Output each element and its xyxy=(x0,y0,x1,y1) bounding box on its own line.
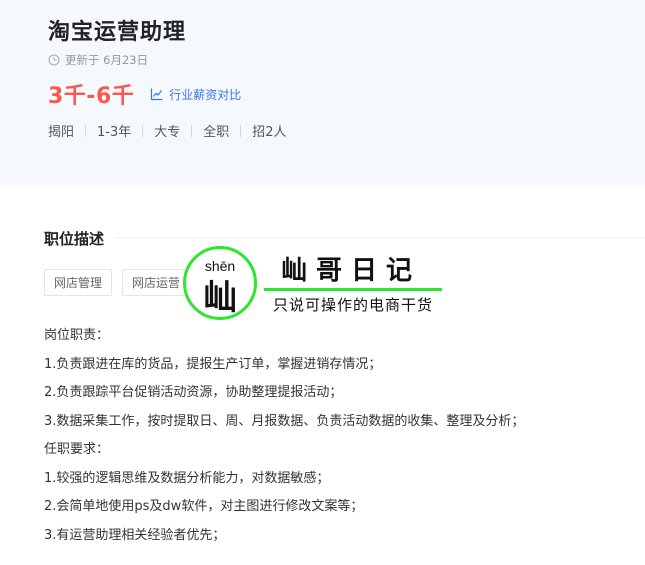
job-description-text: 岗位职责： 1.负责跟进在库的货品，提报生产订单，掌握进销存情况； 2.负责跟踪… xyxy=(44,328,524,556)
description-line: 2.负责跟踪平台促销活动资源，协助整理提报活动； xyxy=(44,385,343,400)
tag-experience: 1-3年 xyxy=(97,125,132,140)
description-line: 1.较强的逻辑思维及数据分析能力，对数据敏感； xyxy=(44,470,330,486)
salary: 3千-6千 xyxy=(48,84,135,109)
skill-tag[interactable]: 网店运营 xyxy=(122,269,191,296)
salary-compare-link[interactable]: 行业薪资对比 xyxy=(150,86,241,103)
skill-tags: 网店管理 网店运营 xyxy=(44,269,191,296)
salary-row: 3千-6千 行业薪资对比 xyxy=(48,78,241,110)
job-tags: 揭阳 1-3年 大专 全职 招2人 xyxy=(48,121,287,140)
watermark-logo: shēn 屾 屾哥日记 只说可操作的电商干货 xyxy=(183,244,463,324)
description-line: 2.会简单地使用ps及dw软件，对主图进行修改文案等； xyxy=(44,499,364,514)
salary-compare-label: 行业薪资对比 xyxy=(169,87,242,102)
line-chart-icon xyxy=(151,88,163,101)
tag-headcount: 招2人 xyxy=(252,125,287,140)
watermark-underline xyxy=(264,288,442,291)
tag-divider xyxy=(85,124,87,137)
watermark-slogan: 只说可操作的电商干货 xyxy=(273,296,434,314)
description-line: 3.有运营助理相关经验者优先； xyxy=(44,527,226,543)
skill-tag[interactable]: 网店管理 xyxy=(44,269,113,296)
description-line: 岗位职责： xyxy=(44,328,110,343)
tag-location: 揭阳 xyxy=(48,125,75,140)
description-line: 任职要求： xyxy=(44,442,110,457)
job-title: 淘宝运营助理 xyxy=(48,20,187,45)
tag-divider xyxy=(191,124,193,137)
tag-divider xyxy=(240,124,242,137)
tag-job-type: 全职 xyxy=(203,125,230,140)
watermark-brand: 屾哥日记 xyxy=(281,256,422,286)
clock-icon xyxy=(48,54,60,66)
job-header: 淘宝运营助理 更新于 6月23日 3千-6千 行业薪资对比 揭阳 1-3年 大专… xyxy=(0,0,645,185)
update-time: 更新于 6月23日 xyxy=(48,52,148,68)
watermark-character: 屾 xyxy=(203,278,237,318)
tag-education: 大专 xyxy=(154,125,181,140)
description-line: 3.数据采集工作，按时提取日、周、月报数据、负责活动数据的收集、整理及分析； xyxy=(44,413,525,429)
tag-divider xyxy=(142,124,144,137)
description-line: 1.负责跟进在库的货品，提报生产订单，掌握进销存情况； xyxy=(44,356,382,372)
section-title-job-description: 职位描述 xyxy=(44,230,105,248)
section-divider xyxy=(116,237,645,238)
update-time-text: 更新于 6月23日 xyxy=(65,53,149,67)
